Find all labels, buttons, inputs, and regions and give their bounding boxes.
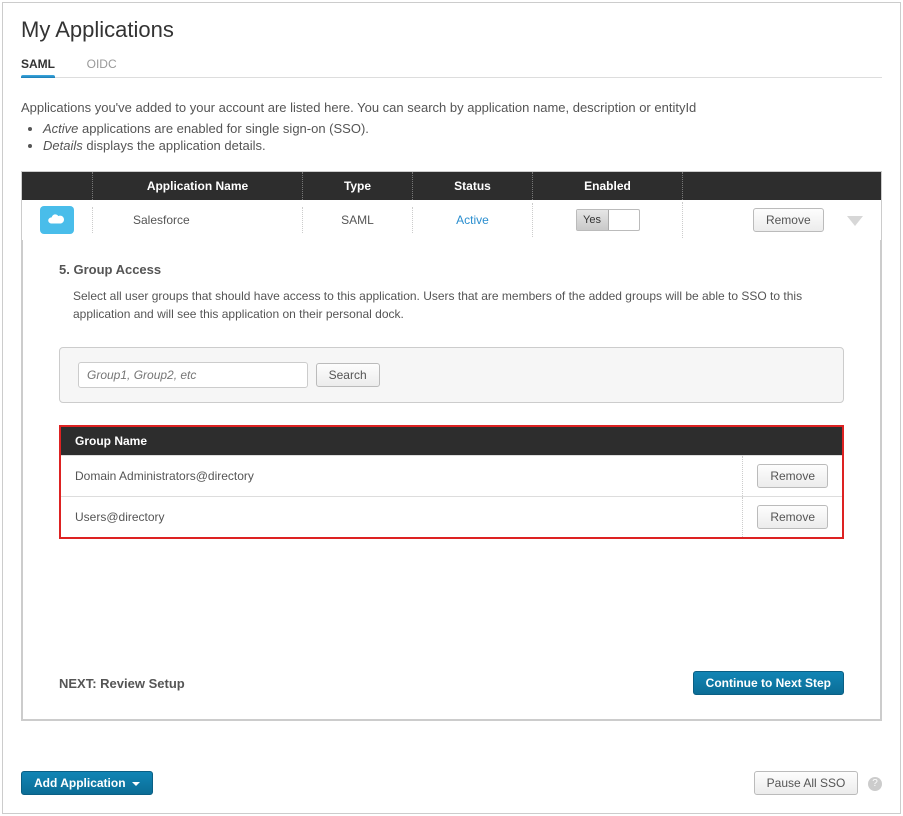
remove-group-button[interactable]: Remove — [757, 505, 828, 529]
page-title: My Applications — [21, 17, 882, 43]
remove-app-button[interactable]: Remove — [753, 208, 824, 232]
bullet-active-rest: applications are enabled for single sign… — [78, 121, 369, 136]
detail-panel: 5. Group Access Select all user groups t… — [22, 240, 881, 720]
next-label: NEXT: Review Setup — [59, 676, 185, 691]
bullet-details-rest: displays the application details. — [83, 138, 266, 153]
group-search-input[interactable] — [78, 362, 308, 388]
header-enabled: Enabled — [532, 172, 682, 200]
add-application-button[interactable]: Add Application — [21, 771, 153, 795]
step-description: Select all user groups that should have … — [73, 287, 844, 323]
intro-bullets: Active applications are enabled for sing… — [43, 121, 882, 153]
group-search-box: Search — [59, 347, 844, 403]
status-link[interactable]: Active — [456, 213, 489, 227]
group-name: Domain Administrators@directory — [61, 459, 742, 493]
group-row: Users@directory Remove — [61, 496, 842, 537]
tab-bar: SAML OIDC — [21, 53, 882, 78]
cell-app-name: Salesforce — [92, 207, 302, 233]
tab-oidc[interactable]: OIDC — [87, 53, 117, 77]
salesforce-cloud-icon — [40, 206, 74, 234]
step-title: 5. Group Access — [59, 262, 844, 277]
group-row: Domain Administrators@directory Remove — [61, 455, 842, 496]
bullet-active: Active applications are enabled for sing… — [43, 121, 882, 136]
group-table: Group Name Domain Administrators@directo… — [59, 425, 844, 539]
continue-button[interactable]: Continue to Next Step — [693, 671, 844, 695]
bullet-details: Details displays the application details… — [43, 138, 882, 153]
table-header-row: Application Name Type Status Enabled — [22, 172, 881, 200]
toggle-yes-label: Yes — [577, 210, 609, 230]
applications-table: Application Name Type Status Enabled Sal… — [21, 171, 882, 721]
header-status: Status — [412, 172, 532, 200]
cell-type: SAML — [302, 207, 412, 233]
pause-all-sso-button[interactable]: Pause All SSO — [754, 771, 859, 795]
header-application-name: Application Name — [92, 172, 302, 200]
table-row: Salesforce SAML Active Yes Remove — [22, 200, 881, 240]
help-icon[interactable]: ? — [868, 777, 882, 791]
group-table-header: Group Name — [61, 427, 842, 455]
enabled-toggle[interactable]: Yes — [576, 209, 640, 231]
header-type: Type — [302, 172, 412, 200]
intro-text: Applications you've added to your accoun… — [21, 100, 882, 115]
expand-row-icon[interactable] — [847, 216, 863, 226]
tab-saml[interactable]: SAML — [21, 53, 55, 77]
bullet-active-em: Active — [43, 121, 78, 136]
group-search-button[interactable]: Search — [316, 363, 380, 387]
bullet-details-em: Details — [43, 138, 83, 153]
group-name: Users@directory — [61, 500, 742, 534]
remove-group-button[interactable]: Remove — [757, 464, 828, 488]
